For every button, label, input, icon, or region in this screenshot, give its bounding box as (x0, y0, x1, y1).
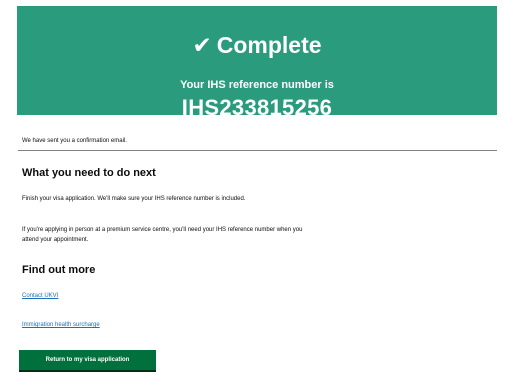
confirmation-panel: ✔ Complete Your IHS reference number is I… (17, 6, 497, 120)
page: ✔ Complete Your IHS reference number is I… (0, 0, 514, 389)
section-divider (18, 150, 497, 151)
reference-number: IHS233815256 (181, 95, 333, 120)
check-mark-icon: ✔ (192, 32, 212, 58)
reference-label: Your IHS reference number is (180, 79, 334, 91)
return-to-visa-application-button[interactable]: Return to my visa application (19, 350, 156, 370)
next-steps-heading: What you need to do next (22, 167, 156, 179)
confirmation-email-note: We have sent you a confirmation email. (22, 138, 127, 144)
next-steps-paragraph: Finish your visa application. We'll make… (22, 196, 246, 202)
panel-title-row: ✔ Complete (17, 32, 497, 58)
contact-ukvi-link[interactable]: Contact UKVI (22, 292, 58, 300)
panel-title: Complete (216, 32, 322, 58)
find-out-more-heading: Find out more (22, 264, 96, 276)
next-steps-paragraph: If you're applying in person at a premiu… (22, 227, 303, 243)
immigration-health-surcharge-link[interactable]: Immigration health surcharge (22, 321, 100, 329)
